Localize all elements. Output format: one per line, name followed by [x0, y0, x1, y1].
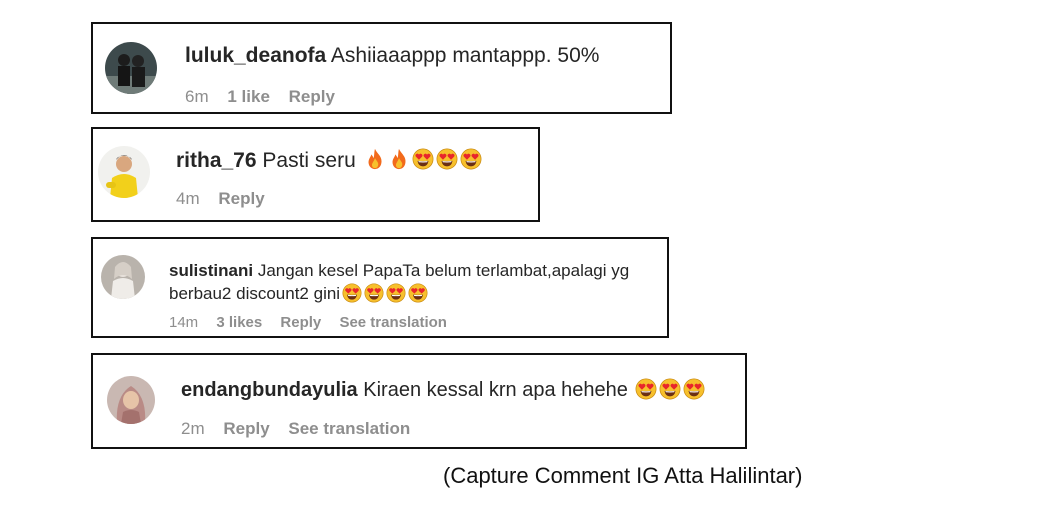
heart-eyes-emoji — [659, 378, 681, 400]
heart-eyes-emoji — [408, 283, 428, 303]
heart-eyes-emoji — [412, 148, 434, 170]
username[interactable]: ritha_76 — [176, 149, 257, 172]
heart-eyes-emoji — [436, 148, 458, 170]
timestamp: 4m — [176, 189, 200, 208]
see-translation-button[interactable]: See translation — [339, 314, 447, 331]
see-translation-button[interactable]: See translation — [288, 419, 410, 438]
heart-eyes-emoji — [683, 378, 705, 400]
emoji-row — [340, 283, 428, 303]
heart-eyes-emoji — [460, 148, 482, 170]
comment-line: ritha_76 Pasti seru — [176, 149, 482, 173]
comment-text: Pasti seru — [262, 149, 356, 172]
comment-meta: 2m Reply See translation — [181, 419, 424, 439]
fire-emoji — [388, 148, 410, 170]
timestamp: 6m — [185, 87, 209, 106]
comment-line: endangbundayulia Kiraen kessal krn apa h… — [181, 378, 705, 402]
reply-button[interactable]: Reply — [223, 419, 269, 438]
comment-text: Ashiiaaappp mantappp. 50% — [330, 44, 600, 67]
username[interactable]: luluk_deanofa — [185, 44, 326, 67]
comment-text: Kiraen kessal krn apa hehehe — [363, 379, 628, 401]
avatar[interactable] — [101, 255, 145, 299]
timestamp: 2m — [181, 419, 205, 438]
emoji-row — [633, 378, 705, 401]
likes-count[interactable]: 1 like — [227, 87, 270, 106]
username[interactable]: endangbundayulia — [181, 379, 358, 401]
fire-emoji — [364, 148, 386, 170]
comment-line: luluk_deanofa Ashiiaaappp mantappp. 50% — [185, 44, 599, 68]
comment-meta: 6m 1 like Reply — [185, 87, 349, 107]
likes-count[interactable]: 3 likes — [216, 314, 262, 331]
reply-button[interactable]: Reply — [289, 87, 335, 106]
comment-meta: 14m 3 likes Reply See translation — [169, 314, 461, 331]
heart-eyes-emoji — [364, 283, 384, 303]
emoji-row — [362, 149, 482, 172]
reply-button[interactable]: Reply — [280, 314, 321, 331]
reply-button[interactable]: Reply — [218, 189, 264, 208]
avatar[interactable] — [107, 376, 155, 424]
avatar[interactable] — [105, 42, 157, 94]
caption: (Capture Comment IG Atta Halilintar) — [443, 463, 803, 488]
timestamp: 14m — [169, 314, 199, 331]
heart-eyes-emoji — [386, 283, 406, 303]
comment-card: ritha_76 Pasti seru 4m Reply — [91, 127, 540, 222]
heart-eyes-emoji — [635, 378, 657, 400]
comment-card: endangbundayulia Kiraen kessal krn apa h… — [91, 353, 747, 449]
comment-card: luluk_deanofa Ashiiaaappp mantappp. 50% … — [91, 22, 672, 114]
username[interactable]: sulistinani — [169, 261, 253, 280]
comment-line: sulistinani Jangan kesel PapaTa belum te… — [169, 259, 659, 305]
comment-card: sulistinani Jangan kesel PapaTa belum te… — [91, 237, 669, 338]
heart-eyes-emoji — [342, 283, 362, 303]
avatar[interactable] — [98, 146, 150, 198]
comment-meta: 4m Reply — [176, 189, 279, 209]
